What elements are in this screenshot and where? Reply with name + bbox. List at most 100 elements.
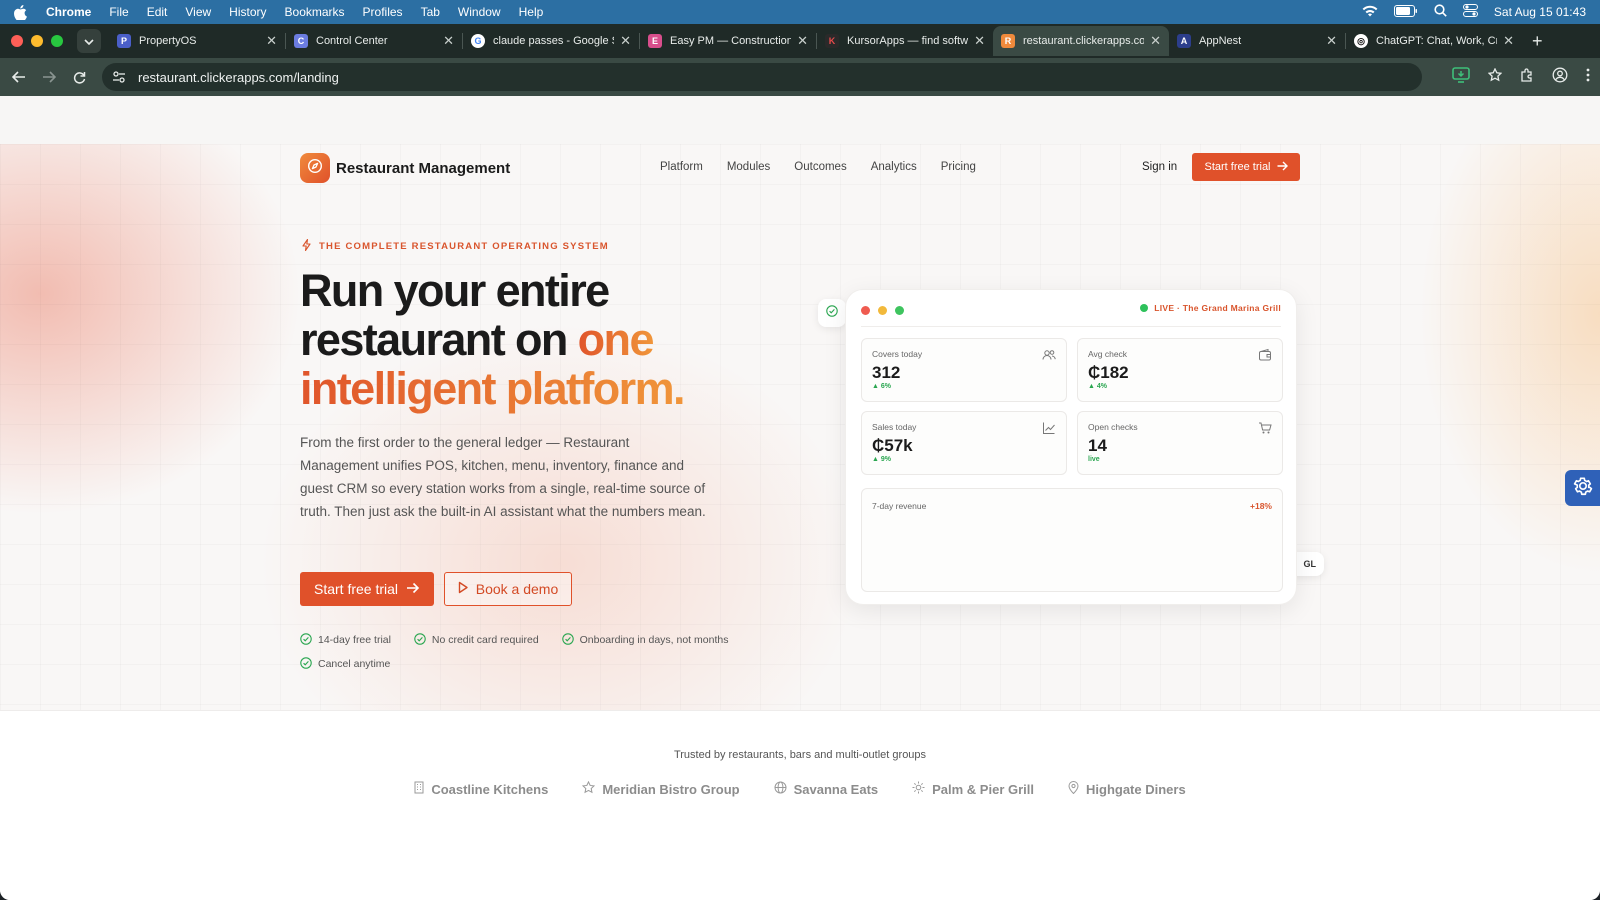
close-tab-icon[interactable]: ✕ [443,33,454,49]
page-top-strip [0,96,1600,144]
tab-easy-pm[interactable]: E Easy PM — Construction ✕ [640,26,816,56]
customer-logo: Coastline Kitchens [414,781,548,797]
favicon-glyph: C [297,36,305,46]
close-tab-icon[interactable]: ✕ [974,33,985,49]
control-center-favicon: C [294,34,308,48]
tab-restaurant-clickerapps[interactable]: R restaurant.clickerapps.co ✕ [993,26,1169,56]
live-status: LIVE · The Grand Marina Grill [1140,303,1281,313]
tab-title: AppNest [1199,35,1242,47]
menu-help[interactable]: Help [519,5,544,19]
tab-title: restaurant.clickerapps.co [1023,35,1145,47]
close-tab-icon[interactable]: ✕ [1326,33,1337,49]
back-button[interactable] [4,71,34,83]
menu-profiles[interactable]: Profiles [363,5,403,19]
sign-in-link[interactable]: Sign in [1142,161,1177,173]
favicon-glyph: ◎ [1357,35,1365,46]
tab-appnest[interactable]: A AppNest ✕ [1169,26,1345,56]
battery-icon[interactable] [1393,4,1418,20]
close-window-button[interactable] [11,35,23,47]
apple-icon[interactable] [14,4,32,20]
wallet-icon [1258,348,1272,362]
kpi-delta: ▲ 6% [872,383,891,390]
tab-chatgpt[interactable]: ◎ ChatGPT: Chat, Work, Cr ✕ [1346,26,1522,56]
cta-primary-label: Start free trial [313,581,399,597]
settings-floating-button[interactable] [1565,470,1600,506]
header-start-trial-button[interactable]: Start free trial [1192,153,1300,181]
url-text[interactable]: restaurant.clickerapps.com/landing [138,70,339,85]
zoom-window-button[interactable] [51,35,63,47]
minimize-window-button[interactable] [31,35,43,47]
kpi-delta: live [1088,456,1100,463]
check-circle-icon [414,632,426,648]
live-label: LIVE · The Grand Marina Grill [1154,303,1281,313]
address-bar[interactable]: restaurant.clickerapps.com/landing [102,63,1422,91]
site-header: Restaurant Management Platform Modules O… [300,153,1300,183]
menu-window[interactable]: Window [458,5,501,19]
brand-logo[interactable] [300,153,330,183]
kursorapps-favicon: K [825,34,839,48]
arrow-right-icon [43,71,56,83]
close-tab-icon[interactable]: ✕ [1150,33,1161,49]
easy-pm-favicon: E [648,34,662,48]
book-demo-button[interactable]: Book a demo [444,572,572,606]
customer-logo: Palm & Pier Grill [912,781,1034,797]
kpi-delta: ▲ 9% [872,456,891,463]
site-settings-icon[interactable] [112,71,128,83]
brand-name[interactable]: Restaurant Management [336,160,510,177]
close-tab-icon[interactable]: ✕ [266,33,277,49]
cta-secondary-label: Book a demo [475,581,559,597]
start-free-trial-button[interactable]: Start free trial [300,572,434,606]
nav-analytics[interactable]: Analytics [871,161,917,173]
menu-tab[interactable]: Tab [421,5,440,19]
menu-app-chrome[interactable]: Chrome [46,5,91,19]
customer-name: Palm & Pier Grill [932,781,1034,797]
close-tab-icon[interactable]: ✕ [620,33,631,49]
nav-pricing[interactable]: Pricing [941,161,976,173]
live-indicator-dot [1140,304,1149,312]
nav-modules[interactable]: Modules [727,161,770,173]
reload-button[interactable] [64,71,94,84]
perk-item: Onboarding in days, not months [561,628,728,652]
more-menu-icon[interactable] [1586,68,1590,87]
chart-up-icon [1042,421,1056,435]
close-tab-icon[interactable]: ✕ [1503,33,1514,49]
profile-avatar-icon[interactable] [1552,67,1568,88]
bookmark-star-icon[interactable] [1487,66,1503,87]
new-tab-button[interactable]: + [1532,31,1543,52]
tab-search-button[interactable] [77,29,101,53]
tab-google-search[interactable]: G claude passes - Google S ✕ [463,26,639,56]
menubar-clock[interactable]: Sat Aug 15 01:43 [1494,5,1586,19]
tab-control-center[interactable]: C Control Center ✕ [286,26,462,56]
appnest-favicon: A [1177,34,1191,48]
menu-edit[interactable]: Edit [147,5,168,19]
kpi-open-checks: Open checks 14 live [1077,411,1283,475]
favicon-glyph: E [651,36,658,46]
nav-platform[interactable]: Platform [660,161,703,173]
seven-day-revenue-panel: 7-day revenue +18% [861,488,1283,592]
menu-history[interactable]: History [229,5,266,19]
headline-line-1: Run your entire [300,265,610,316]
trusted-by-section: Trusted by restaurants, bars and multi-o… [0,710,1600,900]
kpi-covers-today: Covers today 312 ▲ 6% [861,338,1067,402]
favicon-glyph: A [1180,36,1188,46]
kpi-label: Covers today [872,349,923,359]
tab-title: PropertyOS [139,35,197,47]
kpi-avg-check: Avg check ₵182 ▲ 4% [1077,338,1283,402]
menu-file[interactable]: File [109,5,128,19]
forward-button[interactable] [34,71,64,83]
restaurant-favicon: R [1001,34,1015,48]
extensions-icon[interactable] [1520,67,1534,87]
menu-view[interactable]: View [185,5,211,19]
wifi-icon[interactable] [1362,5,1378,20]
tab-propertyos[interactable]: P PropertyOS ✕ [109,26,285,56]
menu-bookmarks[interactable]: Bookmarks [285,5,345,19]
headline-accent-platform: intelligent platform. [300,363,686,414]
install-app-icon[interactable] [1452,66,1470,88]
close-tab-icon[interactable]: ✕ [797,33,808,49]
spotlight-search-icon[interactable] [1434,4,1447,20]
kpi-value: ₵57k [872,436,913,455]
control-center-icon[interactable] [1462,4,1478,20]
nav-outcomes[interactable]: Outcomes [794,161,846,173]
customer-name: Coastline Kitchens [431,781,549,797]
tab-kursorapps[interactable]: K KursorApps — find softw ✕ [817,26,993,56]
